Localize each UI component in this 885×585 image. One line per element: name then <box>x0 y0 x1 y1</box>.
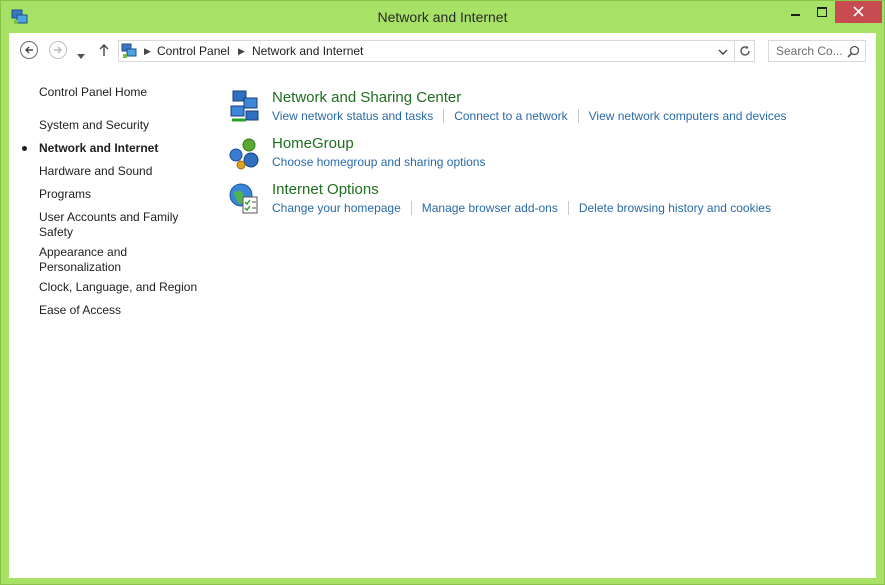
link-change-homepage[interactable]: Change your homepage <box>272 201 401 215</box>
link-view-network-computers[interactable]: View network computers and devices <box>589 109 787 123</box>
address-dropdown-button[interactable] <box>715 45 731 57</box>
arrow-right-icon <box>54 46 62 54</box>
internet-options-icon[interactable] <box>227 181 263 217</box>
link-manage-browser-addons[interactable]: Manage browser add-ons <box>422 201 558 215</box>
category-title[interactable]: Internet Options <box>272 181 379 198</box>
breadcrumb-network-and-internet[interactable]: Network and Internet <box>252 44 363 58</box>
sidebar-item-label: Network and Internet <box>39 141 159 155</box>
sidebar-item-clock-language-region[interactable]: Clock, Language, and Region <box>39 280 209 295</box>
sidebar-item-appearance[interactable]: Appearance and Personalization <box>39 245 139 275</box>
control-panel-window: Network and Internet ▶ Control Panel ▶ N… <box>0 0 885 585</box>
breadcrumb-chevron-icon[interactable]: ▶ <box>144 46 151 57</box>
address-divider <box>734 41 735 61</box>
link-divider <box>443 109 445 123</box>
category-internet-options: Internet Options Change your homepage Ma… <box>227 181 867 221</box>
link-view-network-status[interactable]: View network status and tasks <box>272 109 433 123</box>
up-button[interactable] <box>99 43 109 62</box>
search-input[interactable]: Search Co... <box>768 40 866 62</box>
maximize-button[interactable] <box>809 1 835 23</box>
sidebar-item-control-panel-home[interactable]: Control Panel Home <box>39 85 209 100</box>
link-connect-to-network[interactable]: Connect to a network <box>454 109 567 123</box>
link-divider <box>410 201 412 215</box>
refresh-icon <box>740 45 750 56</box>
close-button[interactable] <box>835 1 882 23</box>
sidebar-item-ease-of-access[interactable]: Ease of Access <box>39 303 209 318</box>
sidebar-item-user-accounts[interactable]: User Accounts and Family Safety <box>39 210 184 240</box>
client-area: ▶ Control Panel ▶ Network and Internet S… <box>9 33 876 578</box>
minimize-button[interactable] <box>783 1 809 23</box>
control-panel-icon <box>121 43 138 59</box>
link-delete-browsing-history[interactable]: Delete browsing history and cookies <box>579 201 771 215</box>
chevron-down-icon <box>718 49 728 55</box>
chevron-down-icon <box>77 54 85 59</box>
sidebar-item-hardware-and-sound[interactable]: Hardware and Sound <box>39 164 209 179</box>
link-choose-homegroup-options[interactable]: Choose homegroup and sharing options <box>272 155 485 169</box>
category-title[interactable]: HomeGroup <box>272 135 354 152</box>
back-button[interactable] <box>20 41 38 59</box>
link-divider <box>567 201 569 215</box>
refresh-button[interactable] <box>737 43 753 59</box>
search-icon[interactable] <box>847 45 860 58</box>
breadcrumb-control-panel[interactable]: Control Panel <box>157 44 230 58</box>
link-divider <box>577 109 579 123</box>
sidebar-item-network-and-internet: Network and Internet <box>22 141 209 156</box>
category-links: Choose homegroup and sharing options <box>272 155 485 169</box>
category-title[interactable]: Network and Sharing Center <box>272 89 461 106</box>
category-links: Change your homepage Manage browser add-… <box>272 201 771 215</box>
breadcrumb-chevron-icon[interactable]: ▶ <box>238 46 245 57</box>
current-bullet-icon <box>22 146 27 151</box>
search-placeholder: Search Co... <box>776 44 843 58</box>
window-title: Network and Internet <box>377 9 508 25</box>
sidebar-item-system-and-security[interactable]: System and Security <box>39 118 209 133</box>
recent-locations-button[interactable] <box>77 47 85 65</box>
category-homegroup: HomeGroup Choose homegroup and sharing o… <box>227 135 867 175</box>
homegroup-icon[interactable] <box>227 135 263 171</box>
network-sharing-icon[interactable] <box>227 89 263 125</box>
category-network-sharing: Network and Sharing Center View network … <box>227 89 867 129</box>
sidebar-item-programs[interactable]: Programs <box>39 187 209 202</box>
arrow-left-icon <box>25 46 33 54</box>
address-bar[interactable]: ▶ Control Panel ▶ Network and Internet <box>118 40 755 62</box>
close-icon <box>853 6 864 17</box>
title-bar[interactable]: Network and Internet <box>1 1 884 33</box>
arrow-up-icon <box>99 44 109 56</box>
forward-button[interactable] <box>49 41 67 59</box>
category-links: View network status and tasks Connect to… <box>272 109 787 123</box>
